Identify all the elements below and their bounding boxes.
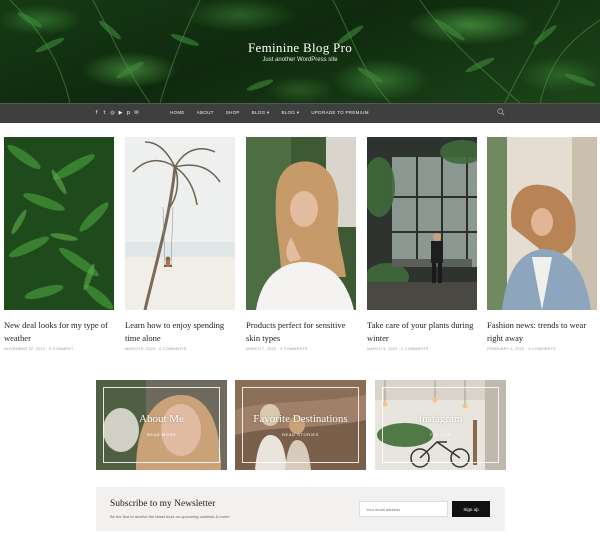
promo-sublabel[interactable]: READ MORE [96,432,227,437]
twitter-icon[interactable]: t [102,110,107,116]
newsletter-section: Subscribe to my Newsletter Be the first … [96,487,505,531]
social-links: f t ◎ ▶ p ✉ [94,110,139,116]
site-title[interactable]: Feminine Blog Pro [0,40,600,56]
post-meta: FEBRUARY 5, 2023 · 0 COMMENTS [487,347,556,351]
promo-frame [242,387,359,463]
promo-sublabel[interactable]: FOLLOW [375,432,506,437]
post-card[interactable]: Products perfect for sensitive skin type… [246,137,356,351]
post-meta: NOVEMBER 22, 2023 · 0 COMMENT [4,347,74,351]
nav-item-home[interactable]: HOME [170,110,185,116]
post-title[interactable]: Fashion news: trends to wear right away [487,319,597,344]
post-card[interactable]: Take care of your plants during winter M… [367,137,477,351]
post-title[interactable]: Products perfect for sensitive skin type… [246,319,356,344]
email-field[interactable] [359,501,448,517]
post-title[interactable]: Learn how to enjoy spending time alone [125,319,235,344]
post-title[interactable]: New deal looks for my type of weather [4,319,114,344]
sign-up-button[interactable]: Sign up [452,501,490,517]
main-navigation: f t ◎ ▶ p ✉ HOME ABOUT SHOP BLOG ▾ BLOG … [0,103,600,123]
post-image-woman-portrait[interactable] [246,137,356,310]
email-icon[interactable]: ✉ [134,110,139,116]
promo-favorite-destinations[interactable]: Favorite Destinations READ STORIES [235,380,366,470]
promo-frame [382,387,499,463]
promo-frame [103,387,220,463]
post-image-ferns[interactable] [4,137,114,310]
newsletter-description: Be the first to receive the latest buzz … [110,514,230,519]
post-meta: MARCH 7, 2023 · 0 COMMENTS [246,347,308,351]
post-image-fashion[interactable] [487,137,597,310]
promo-label[interactable]: Instagram [375,413,506,425]
site-tagline: Just another WordPress site [262,57,338,63]
post-card[interactable]: Learn how to enjoy spending time alone M… [125,137,235,351]
search-icon[interactable] [497,108,505,116]
nav-item-blog[interactable]: BLOG ▾ [252,110,270,116]
promo-about-me[interactable]: About Me READ MORE [96,380,227,470]
nav-item-about[interactable]: ABOUT [197,110,214,116]
newsletter-title: Subscribe to my Newsletter [110,499,216,509]
post-meta: MARCH 6, 2023 · 0 COMMENTS [125,347,187,351]
post-meta: MARCH 3, 2023 · 0 COMMENTS [367,347,429,351]
post-image-greenhouse[interactable] [367,137,477,310]
post-card[interactable]: Fashion news: trends to wear right away … [487,137,597,351]
menu: HOME ABOUT SHOP BLOG ▾ BLOG ▾ UPGRADE TO… [170,110,369,116]
instagram-icon[interactable]: ◎ [110,110,115,116]
nav-item-blog-2[interactable]: BLOG ▾ [282,110,300,116]
promo-label[interactable]: About Me [96,413,227,425]
facebook-icon[interactable]: f [94,110,99,116]
promo-sublabel[interactable]: READ STORIES [235,432,366,437]
promo-label[interactable]: Favorite Destinations [235,413,366,425]
nav-item-shop[interactable]: SHOP [226,110,240,116]
promo-instagram[interactable]: Instagram FOLLOW [375,380,506,470]
youtube-icon[interactable]: ▶ [118,110,123,116]
post-image-palm-beach[interactable] [125,137,235,310]
nav-item-upgrade[interactable]: UPGRADE TO PREMIUM [311,110,369,116]
pinterest-icon[interactable]: p [126,110,131,116]
post-card[interactable]: New deal looks for my type of weather NO… [4,137,114,351]
post-title[interactable]: Take care of your plants during winter [367,319,477,344]
header-hero: Feminine Blog Pro Just another WordPress… [0,0,600,103]
